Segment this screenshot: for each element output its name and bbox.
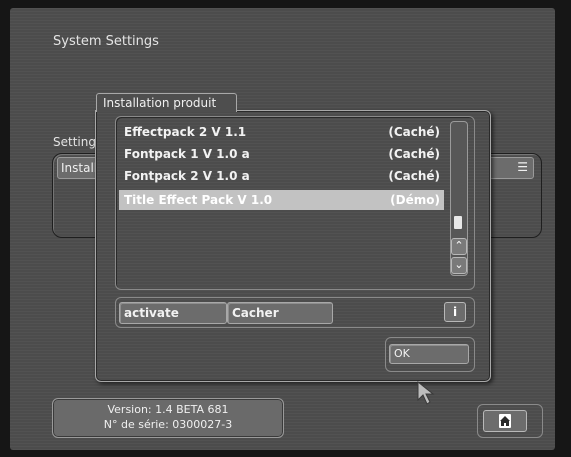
hide-button[interactable]: Cacher [227,302,333,324]
info-icon[interactable]: i [444,302,466,322]
list-item-name: Effectpack 2 V 1.1 [124,125,247,139]
home-button[interactable] [483,410,527,432]
list-item-status: (Caché) [388,147,440,161]
version-text: Version: 1.4 BETA 681 [107,403,229,416]
ok-button[interactable]: OK [389,344,469,364]
list-item-selected[interactable]: Title Effect Pack V 1.0 (Démo) [119,190,444,210]
serial-number-text: N° de série: 0300027-3 [103,418,233,431]
home-icon [499,414,511,428]
setting-section-label: Setting [53,135,96,149]
mouse-pointer-icon [417,380,435,405]
list-item[interactable]: Fontpack 2 V 1.0 a (Caché) [119,166,444,186]
chevron-up-icon[interactable]: ⌃ [451,238,467,255]
menu-icon[interactable]: ☰ [517,161,528,173]
dialog-title-tab: Installation produit [96,93,237,112]
list-item[interactable]: Effectpack 2 V 1.1 (Caché) [119,122,444,142]
list-item-status: (Démo) [390,193,440,207]
scrollbar-thumb[interactable] [454,216,462,229]
list-item-name: Fontpack 2 V 1.0 a [124,169,250,183]
list-item-name: Fontpack 1 V 1.0 a [124,147,250,161]
list-item-status: (Caché) [388,125,440,139]
list-item-status: (Caché) [388,169,440,183]
list-item-name: Title Effect Pack V 1.0 [124,193,273,207]
list-item[interactable]: Fontpack 1 V 1.0 a (Caché) [119,144,444,164]
chevron-down-icon[interactable]: ⌄ [451,257,467,274]
version-info-box: Version: 1.4 BETA 681 N° de série: 03000… [52,398,284,438]
activate-button[interactable]: activate [119,302,227,324]
page-title: System Settings [53,34,159,49]
